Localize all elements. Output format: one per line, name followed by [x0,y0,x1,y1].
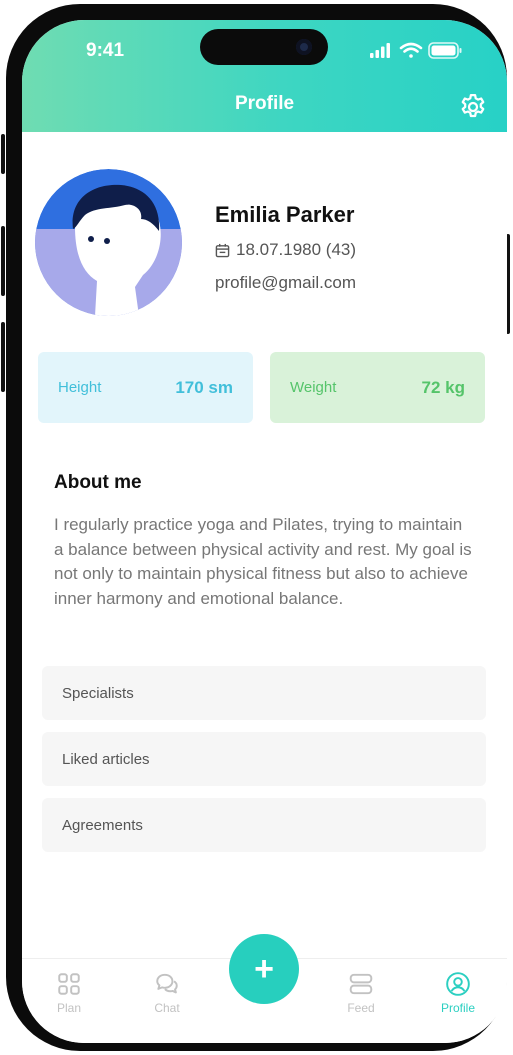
signal-icon [370,43,390,58]
birthdate-text: 18.07.1980 (43) [236,240,357,259]
page-title: Profile [234,93,295,114]
about-heading: About me [54,472,142,493]
tab-feed[interactable]: Feed [321,959,401,1029]
feed-icon [349,973,373,995]
battery-icon [428,42,462,59]
wifi-icon [399,42,423,58]
grid-icon [58,973,80,995]
side-button [1,134,5,174]
volume-up-button [1,226,5,296]
camera-icon [296,39,312,55]
tab-plan[interactable]: Plan [29,959,109,1029]
height-card: Height 170 sm [38,352,253,423]
menu-item-agreements[interactable]: Agreements [42,798,486,852]
volume-down-button [1,322,5,392]
height-value: 170 sm [175,377,233,397]
profile-email: profile@gmail.com [215,273,357,292]
weight-card: Weight 72 kg [270,352,485,423]
calendar-icon [215,243,230,257]
tab-chat-label: Chat [154,1001,180,1015]
tab-chat[interactable]: Chat [127,959,207,1029]
gear-icon[interactable] [458,92,488,122]
about-text: I regularly practice yoga and Pilates, t… [54,515,472,608]
weight-value: 72 kg [421,377,465,397]
screen: 9:41 Profile Emilia Parker 18.07.1980 (4… [22,20,507,1043]
tab-profile-label: Profile [440,1001,475,1015]
phone-frame: 9:41 Profile Emilia Parker 18.07.1980 (4… [1,4,510,1051]
menu-item-liked-articles[interactable]: Liked articles [42,732,486,786]
tab-profile[interactable]: Profile [418,959,498,1029]
header: 9:41 Profile [22,20,507,132]
profile-birthdate: 18.07.1980 (43) [215,240,356,260]
add-button[interactable]: + [229,934,299,1004]
chat-icon [156,973,178,994]
height-label: Height [58,379,102,396]
status-icons [370,42,462,59]
dynamic-island [200,29,328,65]
tab-plan-label: Plan [56,1001,82,1015]
menu-item-specialists[interactable]: Specialists [42,666,486,720]
avatar [35,169,182,316]
profile-icon [446,972,470,996]
status-time: 9:41 [86,40,125,61]
profile-name: Emilia Parker [215,202,355,227]
tab-feed-label: Feed [347,1001,375,1015]
weight-label: Weight [290,379,337,396]
